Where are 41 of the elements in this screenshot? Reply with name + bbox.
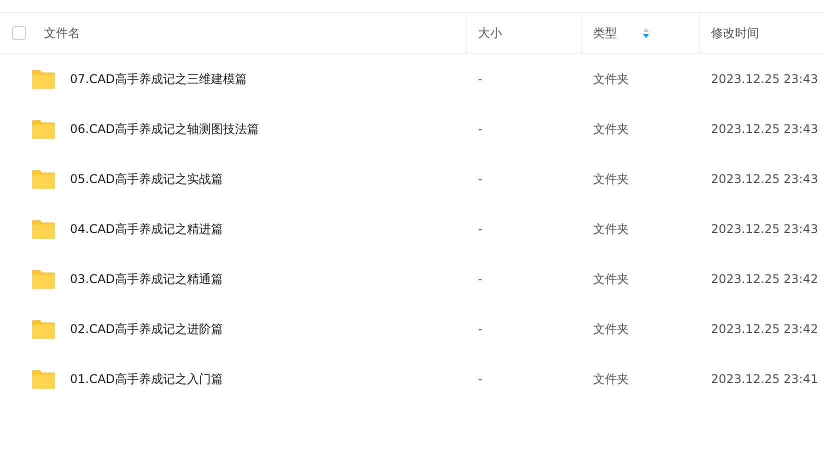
file-type: 文件夹 <box>593 320 629 338</box>
file-size: - <box>478 122 482 136</box>
sort-icon[interactable] <box>643 28 649 38</box>
file-size: - <box>478 322 482 336</box>
file-size: - <box>478 172 482 186</box>
column-header[interactable]: 类型 <box>593 24 617 42</box>
select-all-checkbox[interactable] <box>12 26 26 40</box>
file-name[interactable]: 06.CAD高手养成记之轴测图技法篇 <box>70 120 259 138</box>
file-size: - <box>478 372 482 386</box>
file-name[interactable]: 01.CAD高手养成记之入门篇 <box>70 370 223 388</box>
column-header[interactable]: 修改时间 <box>711 24 759 42</box>
folder-icon <box>31 168 56 190</box>
folder-icon <box>31 268 56 290</box>
file-size: - <box>478 272 482 286</box>
modified-time: 2023.12.25 23:43 <box>711 122 818 136</box>
file-type: 文件夹 <box>593 220 629 238</box>
folder-icon <box>31 218 56 240</box>
folder-icon <box>31 118 56 140</box>
file-type: 文件夹 <box>593 270 629 288</box>
modified-time: 2023.12.25 23:41 <box>711 372 818 386</box>
file-type: 文件夹 <box>593 170 629 188</box>
file-size: - <box>478 72 482 86</box>
file-type: 文件夹 <box>593 120 629 138</box>
file-name[interactable]: 04.CAD高手养成记之精进篇 <box>70 220 223 238</box>
modified-time: 2023.12.25 23:42 <box>711 272 818 286</box>
folder-icon <box>31 318 56 340</box>
file-name[interactable]: 07.CAD高手养成记之三维建模篇 <box>70 70 247 88</box>
modified-time: 2023.12.25 23:43 <box>711 222 818 236</box>
column-header[interactable]: 文件名 <box>44 24 80 42</box>
folder-icon <box>31 368 56 390</box>
file-type: 文件夹 <box>593 70 629 88</box>
modified-time: 2023.12.25 23:43 <box>711 172 818 186</box>
file-size: - <box>478 222 482 236</box>
file-name[interactable]: 05.CAD高手养成记之实战篇 <box>70 170 223 188</box>
file-name[interactable]: 02.CAD高手养成记之进阶篇 <box>70 320 223 338</box>
modified-time: 2023.12.25 23:43 <box>711 72 818 86</box>
folder-icon <box>31 68 56 90</box>
file-type: 文件夹 <box>593 370 629 388</box>
file-name[interactable]: 03.CAD高手养成记之精通篇 <box>70 270 223 288</box>
column-header[interactable]: 大小 <box>478 24 502 42</box>
modified-time: 2023.12.25 23:42 <box>711 322 818 336</box>
